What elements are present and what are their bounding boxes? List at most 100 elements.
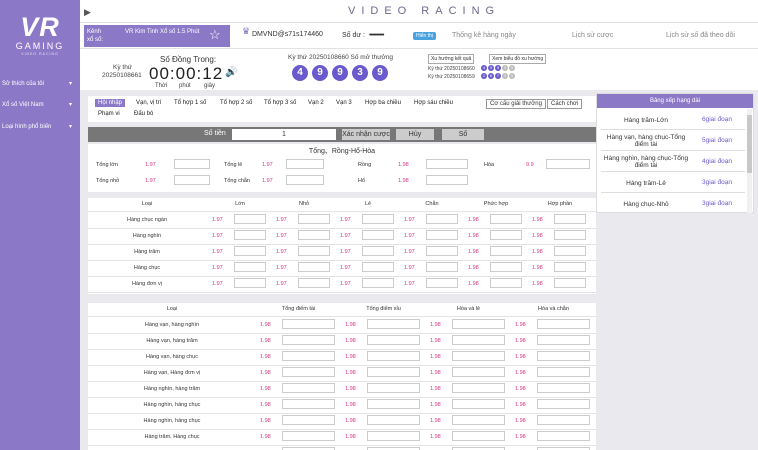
bet-input[interactable] — [362, 278, 394, 288]
bet-input[interactable] — [282, 399, 335, 409]
bet-input[interactable] — [490, 214, 522, 224]
nav-bet-history[interactable]: Lịch sử cược — [572, 32, 613, 39]
sidebar-item-popular[interactable]: Loại hình phổ biến ▾ — [0, 120, 80, 134]
bet-input[interactable] — [452, 319, 505, 329]
bet-input[interactable] — [298, 214, 330, 224]
channel-selector[interactable]: Kênh xổ số: VR Kim Tinh Xổ số 1.5 Phút ☆ — [84, 25, 230, 47]
nav-tracked-history[interactable]: Lịch sử số đã theo dõi — [666, 32, 735, 39]
tab-integrate[interactable]: Hội nhập — [95, 99, 126, 107]
sidebar-item-favorites[interactable]: Sở thích của tôi ▾ — [0, 77, 80, 91]
bet-input[interactable] — [452, 335, 505, 345]
bet-input[interactable] — [537, 431, 590, 441]
bet-input[interactable] — [537, 319, 590, 329]
bet-input[interactable] — [452, 415, 505, 425]
bet-input[interactable] — [537, 399, 590, 409]
bet-input[interactable] — [282, 351, 335, 361]
bet-input[interactable] — [367, 319, 420, 329]
bet-input[interactable] — [234, 246, 266, 256]
bet-input[interactable] — [282, 367, 335, 377]
bet-input[interactable] — [490, 246, 522, 256]
bet-input[interactable] — [537, 383, 590, 393]
bet-input[interactable] — [452, 383, 505, 393]
cancel-button[interactable]: Hủy — [396, 129, 434, 140]
bet-input[interactable] — [452, 399, 505, 409]
star-icon[interactable]: ☆ — [209, 27, 221, 43]
bet-input[interactable] — [367, 351, 420, 361]
trend-result-button[interactable]: Xu hướng kết quả — [428, 54, 475, 64]
bet-input[interactable] — [554, 230, 586, 240]
bet-input[interactable] — [282, 319, 335, 329]
tab-position[interactable]: Vạn, vị trí — [136, 100, 161, 106]
bet-input[interactable] — [298, 262, 330, 272]
tab-combo-3[interactable]: Tổ hợp 3 số — [264, 100, 296, 106]
bet-input[interactable] — [362, 246, 394, 256]
bet-input[interactable] — [452, 431, 505, 441]
tab-six-way[interactable]: Hợp sáu chiều — [414, 100, 453, 106]
bet-input[interactable] — [426, 175, 468, 185]
nav-daily-stats[interactable]: Thống kê hàng ngày — [452, 32, 516, 39]
bet-input[interactable] — [367, 431, 420, 441]
bet-input[interactable] — [282, 415, 335, 425]
confirm-bet-button[interactable]: Xác nhận cược — [342, 129, 390, 140]
ranking-row[interactable]: Hàng vạn, hàng chục-Tổng điểm tài 5giai … — [601, 131, 745, 151]
bet-input[interactable] — [298, 230, 330, 240]
bet-input[interactable] — [426, 278, 458, 288]
sidebar-item-vietnam-lottery[interactable]: Xổ số Việt Nam ▾ — [0, 98, 80, 112]
bet-input[interactable] — [367, 415, 420, 425]
bet-input[interactable] — [546, 159, 590, 169]
bet-input[interactable] — [367, 367, 420, 377]
tab-three-way[interactable]: Hợp ba chiều — [365, 100, 401, 106]
bet-input[interactable] — [362, 262, 394, 272]
bet-input[interactable] — [234, 262, 266, 272]
ranking-row[interactable]: Hàng chục-Nhỏ 3giai đoạn — [601, 194, 745, 212]
bet-input[interactable] — [282, 431, 335, 441]
tab-range[interactable]: Phạm vi — [98, 111, 120, 117]
scroll-thumb[interactable] — [747, 115, 752, 173]
how-to-play-button[interactable]: Cách chơi — [547, 99, 583, 109]
bet-input[interactable] — [286, 159, 324, 169]
trend-chart-button[interactable]: Xem biểu đồ xu hướng — [489, 54, 547, 64]
bet-input[interactable] — [554, 262, 586, 272]
number-button[interactable]: Số — [442, 129, 484, 140]
bet-input[interactable] — [367, 383, 420, 393]
bet-input[interactable] — [426, 159, 468, 169]
bet-input[interactable] — [174, 175, 210, 185]
ranking-row[interactable]: Hàng trăm-Lớn 6giai đoạn — [601, 110, 745, 130]
bet-input[interactable] — [298, 246, 330, 256]
bet-input[interactable] — [234, 230, 266, 240]
bet-input[interactable] — [362, 230, 394, 240]
bet-input[interactable] — [537, 415, 590, 425]
bet-input[interactable] — [537, 335, 590, 345]
flag-icon[interactable]: ▶ — [84, 7, 91, 18]
tab-combo-1[interactable]: Tổ hợp 1 số — [174, 100, 206, 106]
bet-amount-input[interactable]: 1 — [232, 129, 336, 140]
volume-icon[interactable]: 🔊 — [225, 67, 237, 78]
bet-input[interactable] — [554, 246, 586, 256]
bet-input[interactable] — [554, 214, 586, 224]
bet-input[interactable] — [286, 175, 324, 185]
ranking-row[interactable]: Hàng nghìn, hàng chục-Tổng điểm tài 4gia… — [601, 152, 745, 172]
ranking-row[interactable]: Hàng trăm-Lẻ 3giai đoạn — [601, 173, 745, 193]
bet-input[interactable] — [298, 278, 330, 288]
tab-combo-2[interactable]: Tổ hợp 2 số — [220, 100, 252, 106]
prize-structure-button[interactable]: Cơ cấu giải thưởng — [486, 99, 546, 109]
bet-input[interactable] — [282, 335, 335, 345]
bet-input[interactable] — [234, 214, 266, 224]
bet-input[interactable] — [490, 230, 522, 240]
bet-input[interactable] — [362, 214, 394, 224]
bet-input[interactable] — [234, 278, 266, 288]
ranking-scrollbar[interactable] — [747, 109, 752, 213]
bet-input[interactable] — [537, 367, 590, 377]
bet-input[interactable] — [367, 335, 420, 345]
bet-input[interactable] — [490, 278, 522, 288]
bet-input[interactable] — [490, 262, 522, 272]
bet-input[interactable] — [452, 351, 505, 361]
bet-input[interactable] — [426, 246, 458, 256]
bet-input[interactable] — [174, 159, 210, 169]
bet-input[interactable] — [426, 214, 458, 224]
tab-van-2[interactable]: Vạn 2 — [308, 100, 324, 106]
bet-input[interactable] — [426, 230, 458, 240]
tab-bull-fight[interactable]: Đấu bò — [134, 111, 153, 117]
bet-input[interactable] — [367, 399, 420, 409]
bet-input[interactable] — [537, 351, 590, 361]
